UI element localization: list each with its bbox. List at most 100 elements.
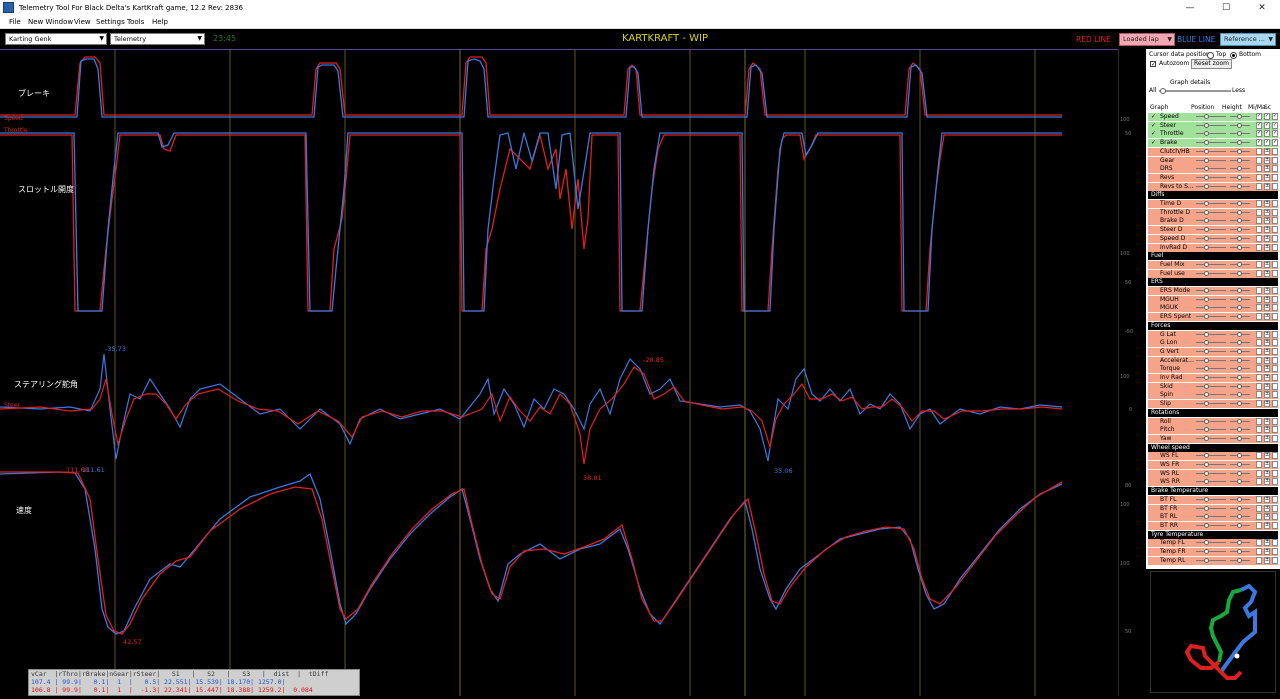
minmax-checkbox[interactable] <box>1256 556 1262 564</box>
cursor-top-radio[interactable] <box>1207 52 1214 59</box>
scroll-checkbox[interactable] <box>1272 548 1278 555</box>
graph-row[interactable]: Clutch/HB ± <box>1148 147 1278 156</box>
scale-checkbox[interactable]: ✓ <box>1264 139 1270 147</box>
graph-row[interactable]: BT FR ± <box>1148 504 1278 513</box>
graph-row[interactable]: Fuel use ± <box>1148 269 1278 278</box>
scroll-checkbox[interactable] <box>1272 539 1278 547</box>
position-slider[interactable] <box>1204 305 1209 311</box>
minmax-checkbox[interactable] <box>1256 260 1262 268</box>
scale-checkbox[interactable]: ± <box>1264 382 1270 390</box>
scale-checkbox[interactable]: ± <box>1264 434 1270 442</box>
height-slider[interactable] <box>1237 549 1242 554</box>
scroll-checkbox[interactable] <box>1272 165 1278 173</box>
height-slider[interactable] <box>1237 296 1242 302</box>
scale-checkbox[interactable]: ± <box>1264 452 1270 460</box>
minmax-checkbox[interactable] <box>1256 400 1262 408</box>
minmax-checkbox[interactable] <box>1256 469 1262 477</box>
height-slider[interactable] <box>1237 235 1242 241</box>
position-slider[interactable] <box>1204 340 1209 346</box>
height-slider[interactable] <box>1237 418 1242 424</box>
height-slider[interactable] <box>1237 435 1242 441</box>
height-slider[interactable] <box>1237 114 1242 119</box>
minmax-checkbox[interactable] <box>1256 426 1262 434</box>
position-slider[interactable] <box>1204 496 1209 502</box>
graph-row[interactable]: BT FL ± <box>1148 495 1278 504</box>
scroll-checkbox[interactable] <box>1272 260 1278 268</box>
track-select[interactable]: Karting Genk ▼ <box>5 33 107 45</box>
height-slider[interactable] <box>1237 209 1242 215</box>
scroll-checkbox[interactable] <box>1272 156 1278 164</box>
position-slider[interactable] <box>1204 383 1209 389</box>
scroll-checkbox[interactable] <box>1272 173 1278 181</box>
position-slider[interactable] <box>1204 418 1209 424</box>
graph-visible-check[interactable]: ✓ <box>1151 114 1156 120</box>
position-slider[interactable] <box>1204 157 1209 163</box>
scroll-checkbox[interactable] <box>1272 495 1278 503</box>
position-slider[interactable] <box>1204 122 1209 128</box>
height-slider[interactable] <box>1237 201 1242 206</box>
minmax-checkbox[interactable] <box>1256 147 1262 155</box>
minmax-checkbox[interactable] <box>1256 234 1262 242</box>
scale-checkbox[interactable]: ± <box>1264 339 1270 347</box>
red-line-select[interactable]: Loaded lap ▼ <box>1119 33 1175 46</box>
graph-visible-check[interactable]: ✓ <box>1151 140 1156 146</box>
menu-view[interactable]: View <box>74 16 91 28</box>
graph-row[interactable]: G Lat ± <box>1148 330 1278 339</box>
height-slider[interactable] <box>1237 427 1242 433</box>
scale-checkbox[interactable]: ✓ <box>1264 121 1270 129</box>
scale-checkbox[interactable]: ± <box>1264 426 1270 434</box>
minmax-checkbox[interactable] <box>1256 330 1262 338</box>
scroll-checkbox[interactable] <box>1272 208 1278 216</box>
minimize-button[interactable]: — <box>1172 0 1208 16</box>
scale-checkbox[interactable]: ± <box>1264 374 1270 381</box>
scroll-checkbox[interactable]: ✓ <box>1272 113 1278 120</box>
scroll-checkbox[interactable] <box>1272 226 1278 234</box>
scroll-checkbox[interactable] <box>1272 295 1278 303</box>
scroll-checkbox[interactable] <box>1272 417 1278 425</box>
minmax-checkbox[interactable] <box>1256 513 1262 521</box>
position-slider[interactable] <box>1204 183 1209 189</box>
graph-row[interactable]: G Vert ± <box>1148 347 1278 356</box>
scale-checkbox[interactable]: ± <box>1264 173 1270 181</box>
position-slider[interactable] <box>1204 375 1209 380</box>
menu-file[interactable]: File <box>9 16 21 28</box>
scale-checkbox[interactable]: ± <box>1264 330 1270 338</box>
graph-row[interactable]: ✓ Speed ✓ ✓ ✓ <box>1148 113 1278 121</box>
height-slider[interactable] <box>1237 383 1242 389</box>
scroll-checkbox[interactable] <box>1272 365 1278 373</box>
height-slider[interactable] <box>1237 462 1242 467</box>
height-slider[interactable] <box>1237 218 1242 224</box>
position-slider[interactable] <box>1204 435 1209 441</box>
position-slider[interactable] <box>1204 296 1209 302</box>
scroll-checkbox[interactable] <box>1272 330 1278 338</box>
minmax-checkbox[interactable] <box>1256 304 1262 312</box>
graph-row[interactable]: Gear ± <box>1148 156 1278 165</box>
position-slider[interactable] <box>1204 479 1209 485</box>
graph-row[interactable]: Spin ± <box>1148 391 1278 400</box>
graph-row[interactable]: InvRad D ± <box>1148 243 1278 252</box>
graph-row[interactable]: Inv Rad ± <box>1148 374 1278 382</box>
minmax-checkbox[interactable] <box>1256 287 1262 294</box>
scroll-checkbox[interactable] <box>1272 147 1278 155</box>
scale-checkbox[interactable]: ± <box>1264 243 1270 251</box>
position-slider[interactable] <box>1204 166 1209 172</box>
minmax-checkbox[interactable] <box>1256 417 1262 425</box>
menu-new-window[interactable]: New Window <box>28 16 73 28</box>
height-slider[interactable] <box>1237 331 1242 337</box>
cursor-bottom-radio[interactable] <box>1230 52 1237 59</box>
scroll-checkbox[interactable] <box>1272 504 1278 512</box>
scroll-checkbox[interactable] <box>1272 356 1278 364</box>
scale-checkbox[interactable]: ± <box>1264 208 1270 216</box>
height-slider[interactable] <box>1237 557 1242 563</box>
scroll-checkbox[interactable] <box>1272 461 1278 468</box>
reset-zoom-button[interactable]: Reset zoom <box>1191 59 1233 69</box>
graph-row[interactable]: Slip ± <box>1148 400 1278 409</box>
height-slider[interactable] <box>1237 270 1242 276</box>
minmax-checkbox[interactable] <box>1256 374 1262 381</box>
scroll-checkbox[interactable] <box>1272 304 1278 312</box>
minmax-checkbox[interactable] <box>1256 365 1262 373</box>
graph-row[interactable]: Yaw ± <box>1148 434 1278 443</box>
height-slider[interactable] <box>1237 540 1242 546</box>
scale-checkbox[interactable]: ± <box>1264 365 1270 373</box>
minmax-checkbox[interactable] <box>1256 208 1262 216</box>
